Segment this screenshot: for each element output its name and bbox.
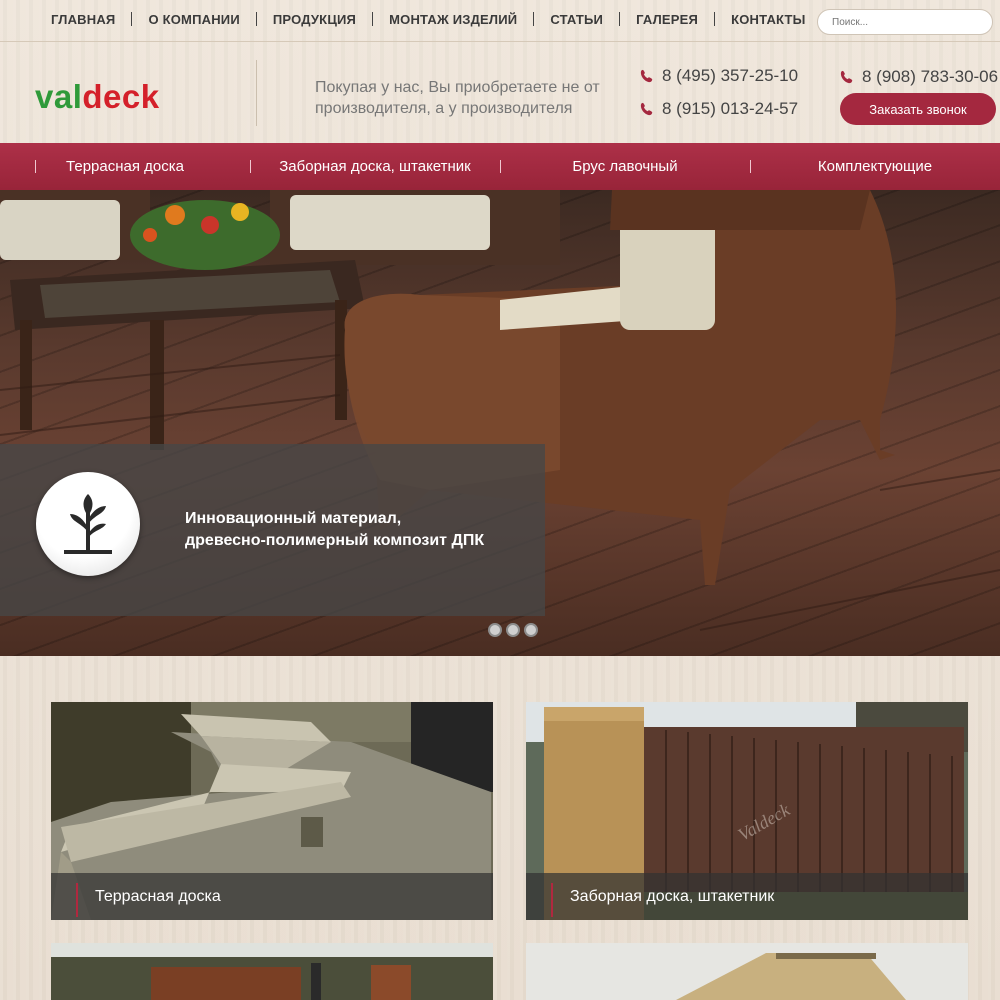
callback-button[interactable]: Заказать звонок xyxy=(840,93,996,125)
site-logo[interactable]: valdeck xyxy=(35,78,160,116)
product-tile-accessories[interactable] xyxy=(526,943,968,1000)
category-fence-board[interactable]: Заборная доска, штакетник xyxy=(250,143,500,190)
category-accessories[interactable]: Комплектующие xyxy=(750,143,1000,190)
accessories-image xyxy=(526,943,968,1000)
phone-3[interactable]: 8 (908) 783-30-06 xyxy=(840,67,998,87)
search-box xyxy=(817,9,993,35)
nav-item-contacts[interactable]: КОНТАКТЫ xyxy=(715,12,821,27)
phone-number: 8 (495) 357-25-10 xyxy=(662,66,799,85)
phone-number: 8 (908) 783-30-06 xyxy=(862,67,999,86)
nav-item-home[interactable]: ГЛАВНАЯ xyxy=(35,12,131,27)
hero-caption-line-2: древесно-полимерный композит ДПК xyxy=(185,532,485,549)
slider-dots xyxy=(488,623,538,637)
top-navigation: ГЛАВНАЯ О КОМПАНИИ ПРОДУКЦИЯ МОНТАЖ ИЗДЕ… xyxy=(0,0,1000,42)
tile-label: Террасная доска xyxy=(51,873,493,920)
phone-icon xyxy=(640,69,653,83)
category-terrace-board[interactable]: Террасная доска xyxy=(0,143,250,190)
hero-slider[interactable]: Инновационный материал, древесно-полимер… xyxy=(0,190,1000,656)
product-tile-terrace[interactable]: Террасная доска xyxy=(51,702,493,920)
hero-badge xyxy=(36,472,140,576)
phone-icon xyxy=(640,102,653,116)
hero-caption-text: Инновационный материал, древесно-полимер… xyxy=(185,508,484,552)
nav-item-articles[interactable]: СТАТЬИ xyxy=(534,12,619,27)
slider-dot-1[interactable] xyxy=(488,623,502,637)
phone-1[interactable]: 8 (495) 357-25-10 xyxy=(640,66,798,86)
nav-item-about[interactable]: О КОМПАНИИ xyxy=(132,12,255,27)
slider-dot-2[interactable] xyxy=(506,623,520,637)
phone-icon xyxy=(840,70,853,84)
tree-icon xyxy=(64,494,112,554)
category-bench-beam[interactable]: Брус лавочный xyxy=(500,143,750,190)
product-tile-bench[interactable] xyxy=(51,943,493,1000)
logo-part-val: val xyxy=(35,78,83,115)
slider-dot-3[interactable] xyxy=(524,623,538,637)
nav-item-products[interactable]: ПРОДУКЦИЯ xyxy=(257,12,372,27)
product-tile-fence[interactable]: Valdeck Заборная доска, штакетник xyxy=(526,702,968,920)
logo-part-deck: deck xyxy=(82,78,160,115)
category-bar: Террасная доска Заборная доска, штакетни… xyxy=(0,143,1000,190)
search-input[interactable] xyxy=(832,16,978,28)
nav-item-installation[interactable]: МОНТАЖ ИЗДЕЛИЙ xyxy=(373,12,533,27)
phone-2[interactable]: 8 (915) 013-24-57 xyxy=(640,99,798,119)
phone-number: 8 (915) 013-24-57 xyxy=(662,99,799,118)
nav-item-gallery[interactable]: ГАЛЕРЕЯ xyxy=(620,12,714,27)
hero-caption-line-1: Инновационный материал, xyxy=(185,510,402,527)
header-divider xyxy=(256,60,257,126)
site-tagline: Покупая у нас, Вы приобретаете не от про… xyxy=(315,79,600,117)
bench-image xyxy=(51,943,493,1000)
tile-label: Заборная доска, штакетник xyxy=(526,873,968,920)
